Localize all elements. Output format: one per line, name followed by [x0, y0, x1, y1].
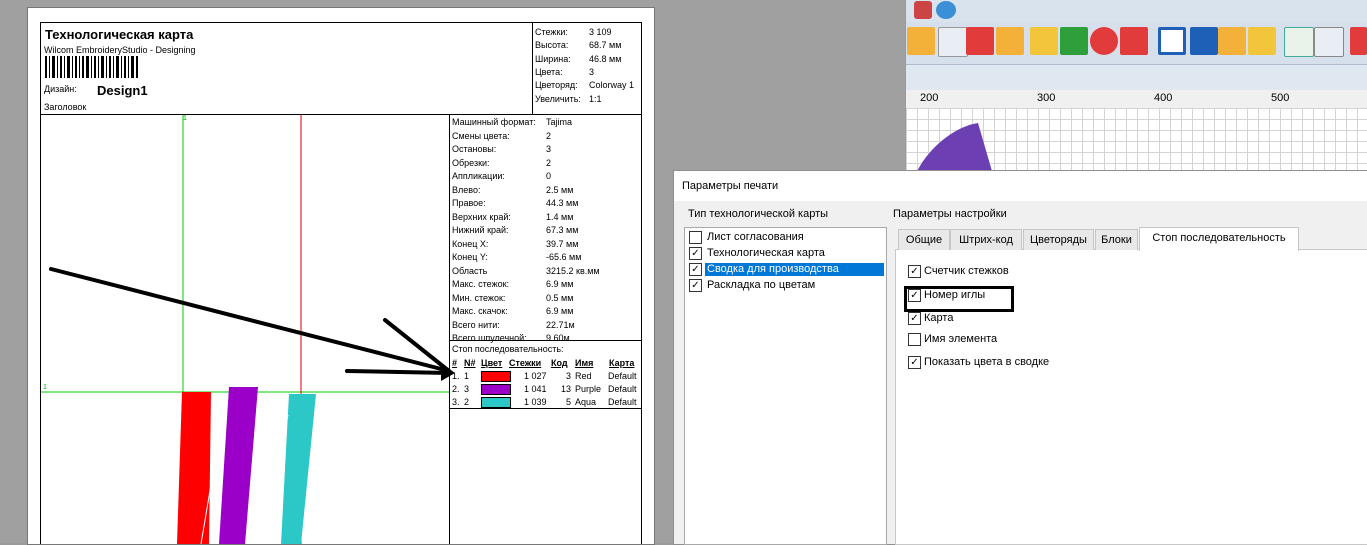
dialog-title: Параметры печати [682, 180, 779, 192]
arrow-head-icon [441, 363, 455, 381]
report-type-label: Лист согласования [707, 231, 804, 243]
thread-icon[interactable] [914, 1, 932, 19]
checkbox-checked-icon[interactable]: ✓ [908, 265, 921, 278]
checkbox-icon[interactable] [908, 333, 921, 346]
annotation-arrows [49, 267, 455, 381]
checkbox-icon[interactable] [689, 231, 702, 244]
option-label: Показать цвета в сводке [924, 356, 1050, 368]
checkbox-checked-icon[interactable]: ✓ [908, 356, 921, 369]
ruler-tick: 400 [1154, 92, 1173, 104]
report-type-label: Сводка для производства [705, 263, 884, 276]
option-label: Номер иглы [924, 289, 986, 301]
tab-5[interactable]: Стоп последовательность [1139, 227, 1299, 251]
report-type-group-title: Тип технологической карты [688, 208, 829, 220]
ruler-tick: 500 [1271, 92, 1290, 104]
tab-4[interactable]: Блоки [1095, 229, 1138, 250]
checkbox-checked-icon[interactable]: ✓ [908, 312, 921, 325]
tab-3[interactable]: Цветоряды [1023, 229, 1094, 250]
report-type-item[interactable]: ✓ Раскладка по цветам [687, 278, 884, 293]
option-label: Счетчик стежков [924, 265, 1009, 277]
report-type-item[interactable]: Лист согласования [687, 230, 884, 245]
tab-1[interactable]: Общие [898, 229, 950, 250]
top-toolbar [906, 0, 1367, 23]
checkbox-checked-icon[interactable]: ✓ [689, 279, 702, 292]
tatami-fill-icon[interactable] [966, 27, 994, 55]
delete-icon[interactable] [1350, 27, 1367, 55]
settings-group-title: Параметры настройки [893, 208, 1007, 220]
option-label: Имя элемента [924, 333, 998, 345]
dot-grid-icon[interactable] [1248, 27, 1276, 55]
polygon-tool-icon[interactable] [938, 27, 968, 57]
outline-icon[interactable] [1158, 27, 1186, 55]
dialog-titlebar: Параметры печати [674, 171, 1367, 201]
worksheet: Технологическая карта Wilcom EmbroideryS… [40, 22, 642, 544]
shapes-icon[interactable] [1060, 27, 1088, 55]
report-type-item[interactable]: ✓ Технологическая карта [687, 246, 884, 261]
design-canvas[interactable] [906, 108, 1367, 178]
grid-fill-icon[interactable] [1120, 27, 1148, 55]
hatch-icon[interactable] [1218, 27, 1246, 55]
aqua-stitch-block [281, 394, 316, 544]
report-type-label: Раскладка по цветам [707, 279, 816, 291]
tab-2[interactable]: Штрих-код [950, 229, 1022, 250]
satin-tool-icon[interactable] [907, 27, 935, 55]
column-icon[interactable] [1190, 27, 1218, 55]
ruler-tick: 300 [1037, 92, 1056, 104]
globe-plus-icon[interactable] [936, 1, 956, 19]
pattern-fill-icon[interactable] [1314, 27, 1344, 57]
checkbox-checked-icon[interactable]: ✓ [908, 289, 921, 302]
diagonal-fill-icon[interactable] [1284, 27, 1314, 57]
report-type-item[interactable]: ✓ Сводка для производства [687, 262, 884, 277]
purple-stitch-block [219, 387, 258, 544]
red-stitch-block [177, 392, 211, 544]
checkbox-checked-icon[interactable]: ✓ [689, 263, 702, 276]
flower-shape-icon[interactable] [1030, 27, 1058, 55]
option-label: Карта [924, 312, 954, 324]
horizontal-ruler: 200 300 400 500 [906, 90, 1367, 109]
ruler-tick: 200 [920, 92, 939, 104]
paint-bucket-icon[interactable] [996, 27, 1024, 55]
circles-icon[interactable] [1090, 27, 1118, 55]
design-object [914, 123, 994, 178]
report-type-label: Технологическая карта [707, 247, 825, 259]
checkbox-checked-icon[interactable]: ✓ [689, 247, 702, 260]
